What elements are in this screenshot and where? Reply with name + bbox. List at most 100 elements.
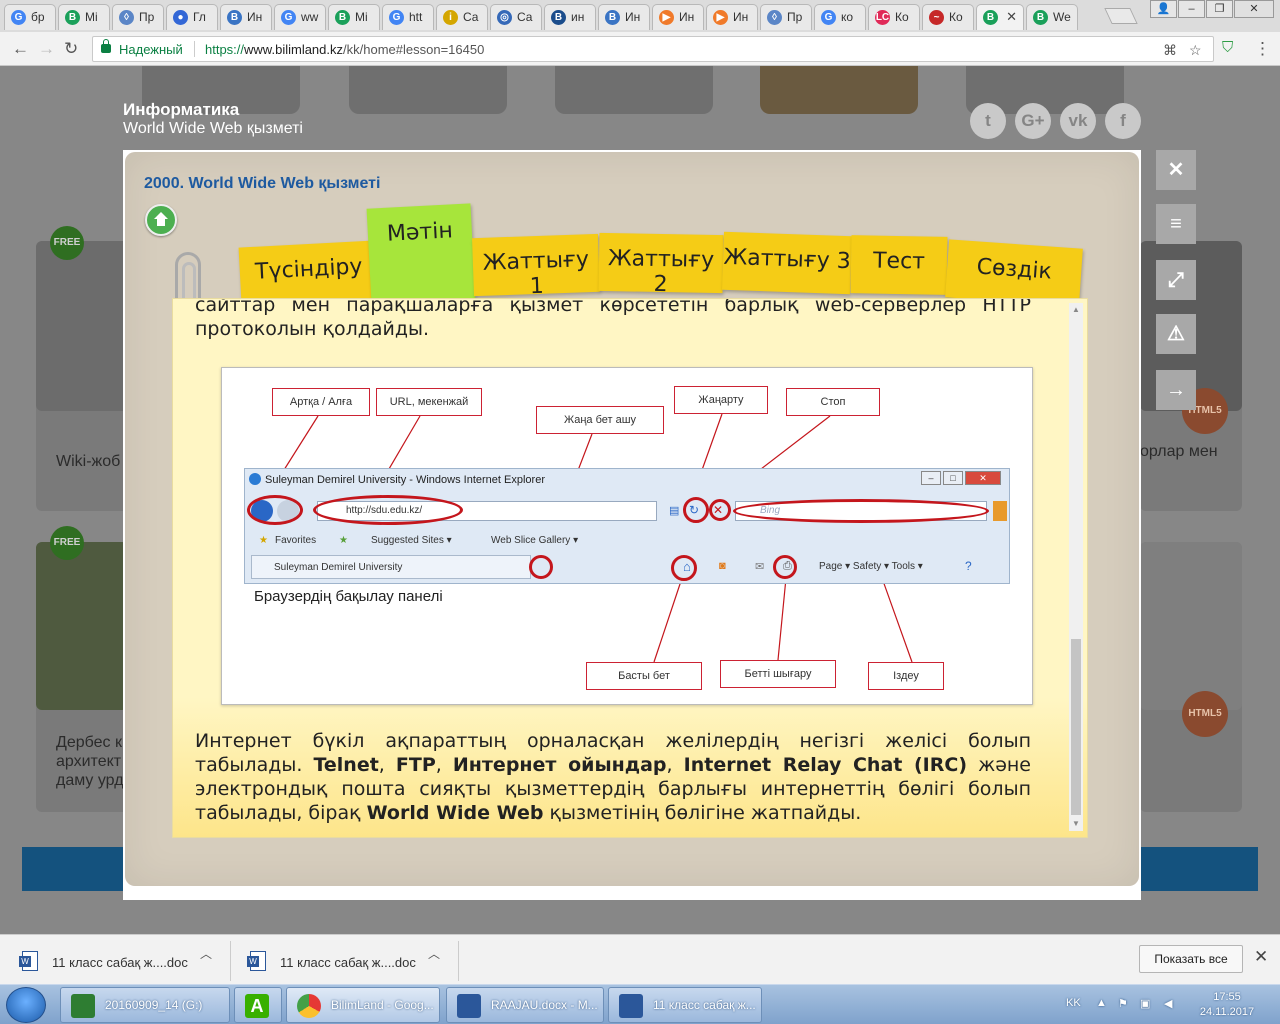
browser-tab[interactable]: B We	[1026, 4, 1078, 30]
tab-zhattygu-3[interactable]: Жаттығу 3	[722, 231, 852, 295]
url-text[interactable]: https://www.bilimland.kz/kk/home#lesson=…	[205, 42, 484, 57]
google-icon: G	[389, 10, 404, 25]
ie-mail-icon: ✉	[755, 561, 765, 573]
browser-tab-label: Mi	[355, 10, 368, 24]
tab-matin[interactable]: Мәтін	[366, 203, 476, 305]
omnibox[interactable]: Надежный https://www.bilimland.kz/kk/hom…	[92, 36, 1214, 62]
browser-tab[interactable]: ◊ Пр	[760, 4, 812, 30]
chevron-up-icon[interactable]: ︿	[200, 945, 212, 962]
browser-tab[interactable]: ◊ Пр	[112, 4, 164, 30]
diamond-icon: ◊	[119, 10, 134, 25]
back-icon[interactable]: ←	[12, 39, 29, 59]
forward-icon[interactable]: →	[38, 39, 55, 59]
text-comma: ,	[666, 754, 684, 776]
show-all-button[interactable]: Показать все	[1139, 945, 1243, 973]
lesson-subtitle: World Wide Web қызметі	[123, 120, 303, 137]
browser-tab-label: htt	[409, 10, 423, 24]
home-icon[interactable]	[145, 204, 177, 236]
network-icon[interactable]: ▣	[1140, 997, 1150, 1010]
browser-tab[interactable]: Gww	[274, 4, 326, 30]
top-card-active[interactable]	[760, 66, 918, 114]
browser-tab[interactable]: ◎ Са	[490, 4, 542, 30]
clock[interactable]: 17:55 24.11.2017	[1192, 990, 1262, 1020]
window-close-button[interactable]: ✕	[1234, 0, 1274, 18]
top-card[interactable]	[555, 66, 713, 114]
browser-tab[interactable]: Bин	[544, 4, 596, 30]
tab-sozdik[interactable]: Сөздік	[945, 239, 1083, 307]
taskbar-item-word[interactable]: 11 класс сабақ ж...	[608, 987, 762, 1023]
browser-tab[interactable]: Gбр	[4, 4, 56, 30]
subject-title: Информатика	[123, 100, 240, 119]
user-icon[interactable]: 👤	[1150, 0, 1177, 18]
tab-tusindiru[interactable]: Түсіндіру	[238, 240, 380, 306]
html5-icon: HTML5	[1182, 691, 1228, 737]
facebook-icon[interactable]: f	[1105, 103, 1141, 139]
highlight-back-forward	[247, 495, 303, 525]
chevron-up-icon[interactable]: ︿	[428, 945, 440, 962]
taskbar-item-app[interactable]: A	[234, 987, 282, 1023]
close-icon[interactable]: ✕	[1156, 150, 1196, 190]
menu-icon[interactable]: ≡	[1156, 204, 1196, 244]
browser-tab-label: Пр	[139, 10, 155, 24]
tab-close-icon[interactable]: ✕	[1006, 9, 1017, 25]
minimize-button[interactable]: –	[1178, 0, 1205, 18]
twitter-icon[interactable]: t	[970, 103, 1006, 139]
bookmark-star-icon[interactable]: ☆	[1189, 42, 1202, 59]
start-button[interactable]	[6, 987, 46, 1023]
browser-tab[interactable]: B Mi	[58, 4, 110, 30]
taskbar-item-chrome[interactable]: BilimLand - Goog...	[286, 987, 440, 1023]
term-irc: Internet Relay Chat (IRC)	[683, 754, 968, 776]
term-www: World Wide Web	[366, 802, 544, 824]
content-scrollbar[interactable]: ▲ ▼	[1069, 303, 1083, 831]
browser-tab[interactable]: B Ин	[220, 4, 272, 30]
warning-icon[interactable]: ⚠	[1156, 314, 1196, 354]
scroll-down-icon[interactable]: ▼	[1072, 819, 1080, 828]
taskbar-item-usb[interactable]: 20160909_14 (G:)	[60, 987, 230, 1023]
tab-test[interactable]: Тест	[850, 235, 948, 295]
restore-button[interactable]: ❐	[1206, 0, 1233, 18]
browser-tab[interactable]: ~ Ко	[922, 4, 974, 30]
flag-icon[interactable]: ⚑	[1118, 997, 1128, 1010]
new-tab-button[interactable]	[1104, 8, 1138, 24]
googleplus-icon[interactable]: G+	[1015, 103, 1051, 139]
volume-icon[interactable]: ◀	[1164, 997, 1172, 1010]
browser-tab[interactable]: ▶ Ин	[706, 4, 758, 30]
browser-tab[interactable]: Gко	[814, 4, 866, 30]
tab-zhattygu-1[interactable]: Жаттығу 1	[472, 233, 600, 299]
browser-tab[interactable]: ● Гл	[166, 4, 218, 30]
browser-tab[interactable]: Ghtt	[382, 4, 434, 30]
tab-zhattygu-2[interactable]: Жаттығу 2	[598, 232, 724, 297]
lc-icon: LC	[875, 10, 890, 25]
language-indicator[interactable]: KK	[1066, 997, 1081, 1009]
browser-tab[interactable]: B Mi	[328, 4, 380, 30]
browser-tab[interactable]: ▶ Ин	[652, 4, 704, 30]
omnibox-divider	[194, 41, 195, 57]
taskbar-label: 11 класс сабақ ж...	[653, 998, 756, 1012]
browser-tab[interactable]: LC Ко	[868, 4, 920, 30]
fullscreen-icon[interactable]: ⤢	[1156, 260, 1196, 300]
close-icon[interactable]: ✕	[1254, 947, 1268, 967]
reload-icon[interactable]: ↻	[64, 39, 78, 59]
highlight-print	[773, 555, 797, 579]
browser-tab[interactable]: B Ин	[598, 4, 650, 30]
browser-tab-label: Ин	[247, 10, 263, 24]
adguard-icon[interactable]: ⛉	[1222, 39, 1233, 56]
arrow-right-icon[interactable]: →	[1156, 370, 1196, 410]
highlight-stop	[709, 499, 731, 521]
vk-icon[interactable]: vk	[1060, 103, 1096, 139]
taskbar-item-word[interactable]: RAAJAU.docx - M...	[446, 987, 604, 1023]
scroll-thumb[interactable]	[1071, 639, 1081, 815]
scroll-up-icon[interactable]: ▲	[1072, 305, 1080, 314]
browser-tab[interactable]: i Са	[436, 4, 488, 30]
translate-icon[interactable]: ⌘	[1163, 42, 1177, 59]
lesson-content: сайттар мен парақшаларға қызмет көрсетет…	[172, 298, 1088, 838]
a-app-icon: A	[245, 994, 269, 1018]
top-card[interactable]	[349, 66, 507, 114]
chrome-menu-icon[interactable]: ⋮	[1254, 39, 1271, 59]
tray-expand-icon[interactable]: ▲	[1096, 997, 1107, 1009]
browser-tab[interactable]: B ✕	[976, 4, 1024, 30]
download-item[interactable]: 11 класс сабақ ж....doc	[4, 943, 224, 979]
play-icon: ▶	[713, 10, 728, 25]
taskbar-label: RAAJAU.docx - M...	[491, 998, 598, 1012]
download-item[interactable]: 11 класс сабақ ж....doc	[232, 943, 452, 979]
